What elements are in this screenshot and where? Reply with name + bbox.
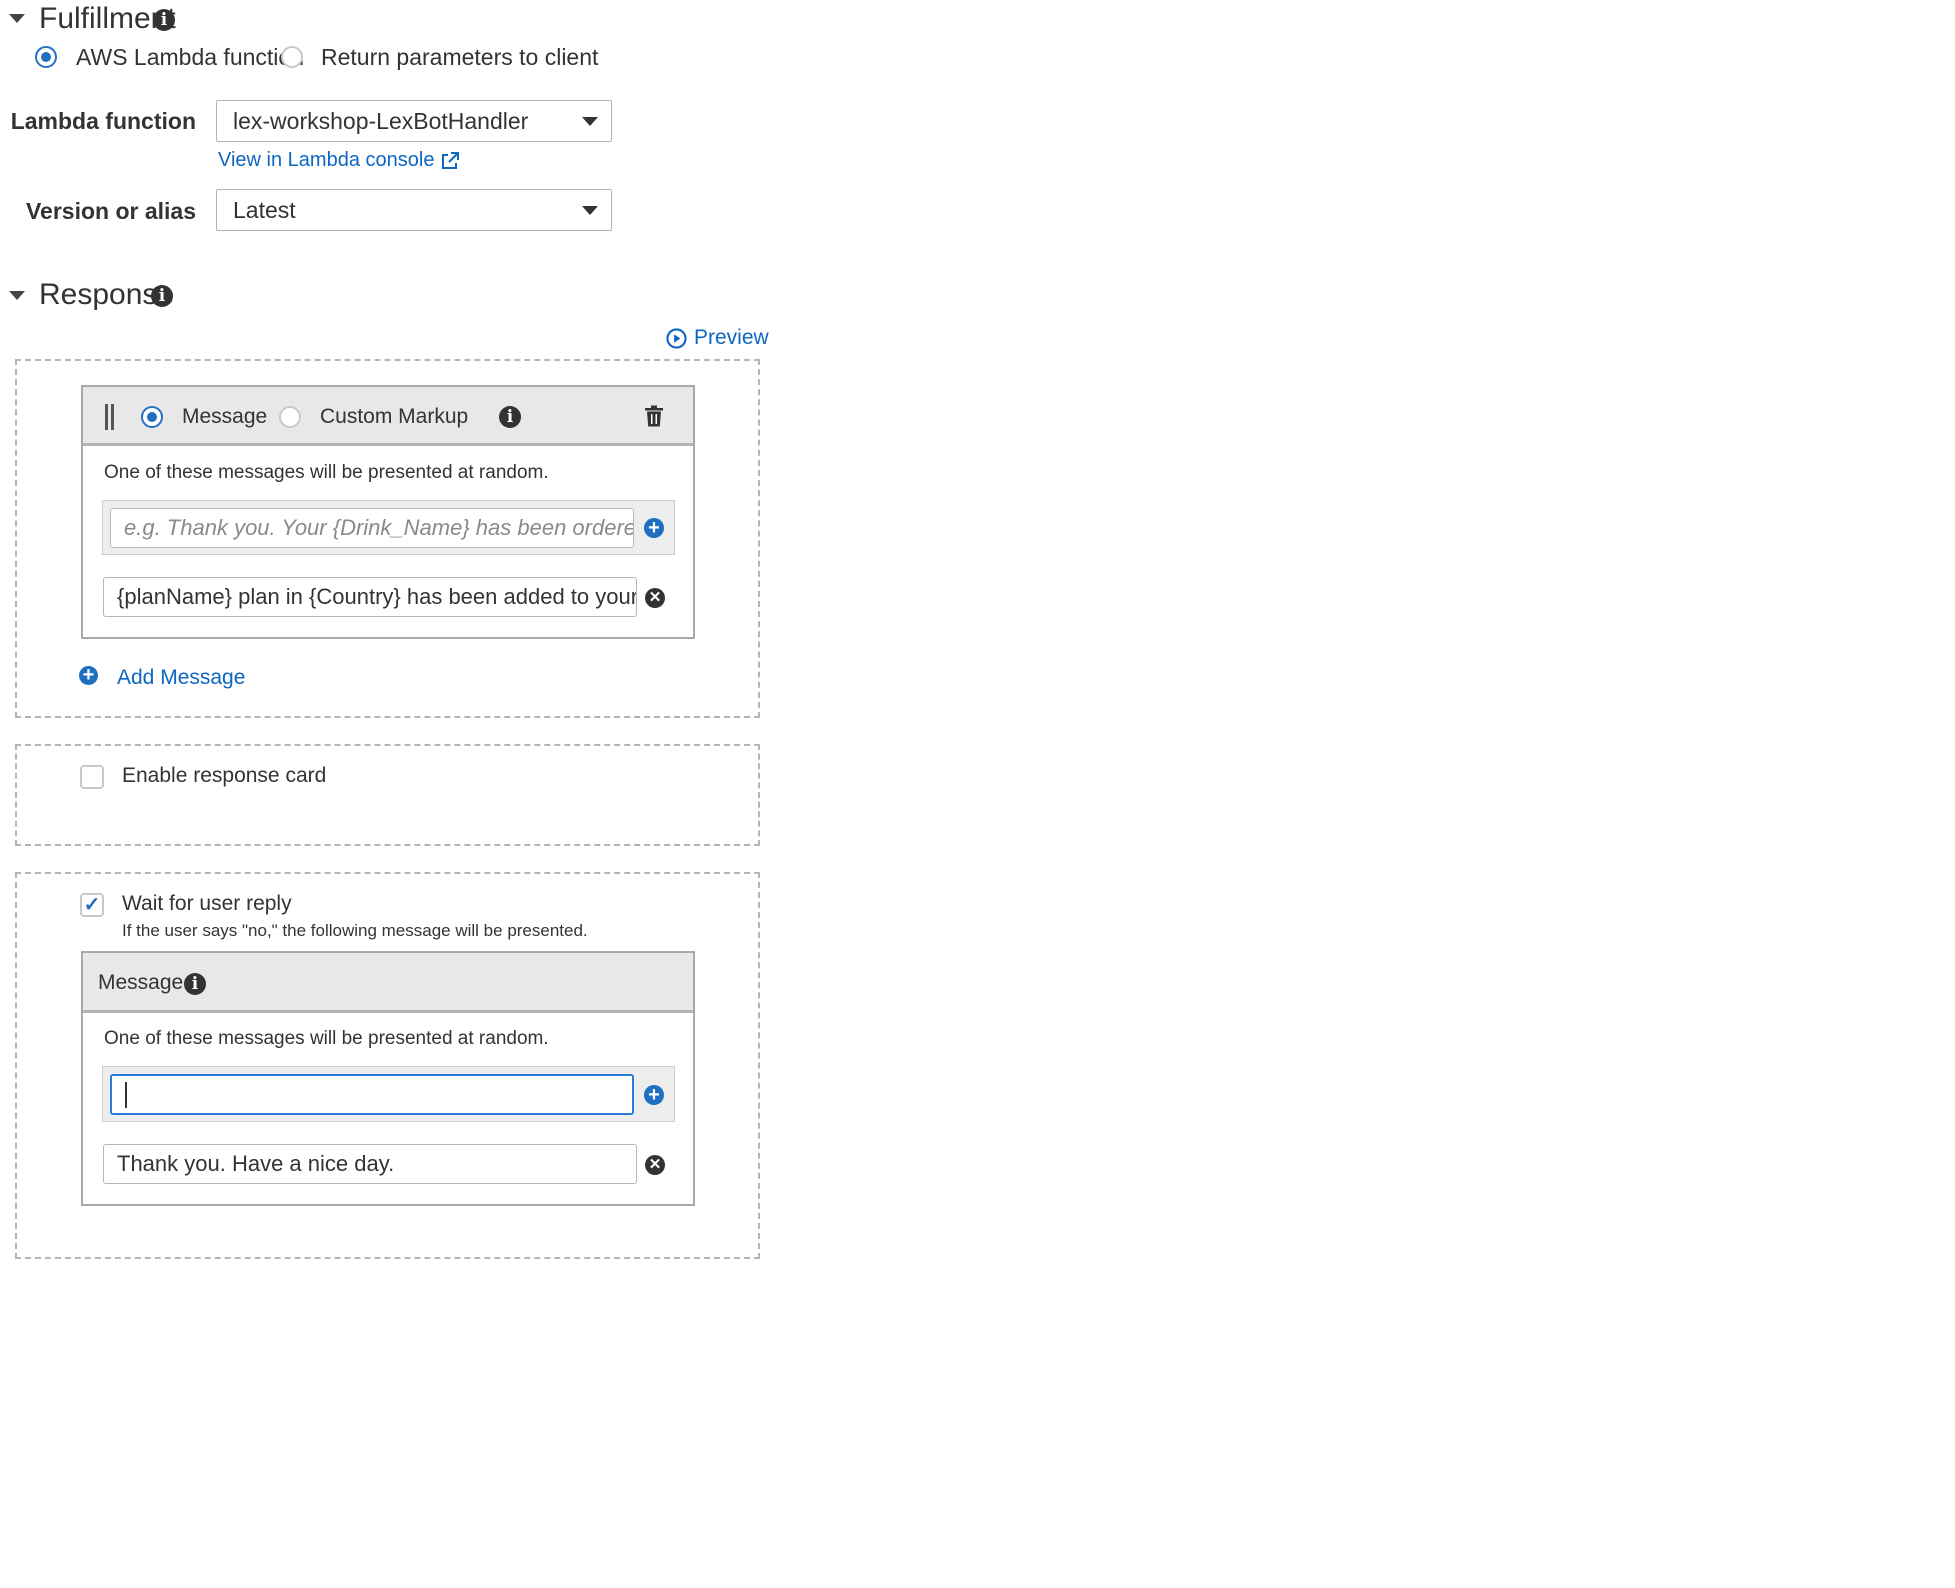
trash-icon[interactable] [644, 405, 664, 427]
text-cursor [125, 1081, 127, 1108]
lambda-function-select[interactable]: lex-workshop-LexBotHandler [216, 100, 612, 142]
new-message-well: e.g. Thank you. Your {Drink_Name} has be… [102, 500, 675, 555]
lambda-function-label: Lambda function [10, 108, 196, 134]
message-type-info-icon[interactable]: i [499, 406, 521, 428]
version-alias-value: Latest [233, 196, 296, 223]
radio-message-type[interactable] [141, 406, 163, 428]
enable-response-card-label: Enable response card [122, 764, 327, 787]
response-card-group [15, 744, 760, 846]
version-alias-label: Version or alias [25, 198, 196, 224]
response-collapse-icon[interactable] [9, 291, 25, 300]
wait-random-note: One of these messages will be presented … [104, 1028, 549, 1049]
message-input[interactable]: {planName} plan in {Country} has been ad… [103, 577, 637, 617]
wait-message-input[interactable]: Thank you. Have a nice day. [103, 1144, 637, 1184]
response-info-icon[interactable]: i [151, 285, 173, 307]
drag-handle-icon[interactable] [105, 404, 108, 430]
wait-new-message-well: + [102, 1066, 675, 1122]
wait-new-message-input[interactable] [110, 1074, 634, 1115]
fulfillment-info-icon[interactable]: i [153, 9, 175, 31]
add-message-button[interactable]: Add Message [117, 666, 245, 690]
view-lambda-console-label: View in Lambda console [218, 149, 435, 171]
version-alias-select[interactable]: Latest [216, 189, 612, 231]
custom-markup-label: Custom Markup [320, 405, 469, 428]
add-message-icon[interactable]: + [644, 518, 664, 538]
external-link-icon [442, 151, 460, 169]
check-icon: ✓ [83, 894, 101, 916]
fulfillment-collapse-icon[interactable] [9, 14, 25, 23]
wait-message-title: Message [98, 971, 184, 994]
new-message-input[interactable]: e.g. Thank you. Your {Drink_Name} has be… [110, 508, 634, 548]
wait-reply-checkbox[interactable]: ✓ [80, 893, 104, 917]
random-note: One of these messages will be presented … [104, 462, 549, 483]
radio-aws-lambda[interactable] [35, 46, 57, 68]
enable-response-card-checkbox[interactable] [80, 765, 104, 789]
wait-reply-label: Wait for user reply [122, 892, 292, 915]
chevron-down-icon [582, 206, 598, 215]
preview-label: Preview [694, 326, 769, 349]
option-aws-lambda-label: AWS Lambda function [76, 44, 304, 70]
chevron-down-icon [582, 117, 598, 126]
lambda-function-value: lex-workshop-LexBotHandler [233, 107, 529, 134]
remove-message-icon[interactable]: ✕ [645, 588, 665, 608]
wait-add-message-icon[interactable]: + [644, 1085, 664, 1105]
view-lambda-console-link[interactable]: View in Lambda console [218, 149, 460, 172]
preview-button[interactable]: Preview [666, 326, 769, 350]
add-message-plus-icon[interactable]: + [79, 665, 98, 685]
message-type-label: Message [182, 405, 268, 428]
wait-remove-message-icon[interactable]: ✕ [645, 1155, 665, 1175]
option-return-params-label: Return parameters to client [321, 44, 599, 70]
wait-reply-note: If the user says "no," the following mes… [122, 921, 588, 940]
message-card-header: Message Custom Markup i [83, 387, 693, 446]
message-card: Message Custom Markup i One of these mes… [81, 385, 695, 639]
wait-message-card: Message i One of these messages will be … [81, 951, 695, 1206]
radio-custom-markup[interactable] [279, 406, 301, 428]
wait-message-card-header: Message i [83, 953, 693, 1013]
radio-return-params[interactable] [281, 46, 303, 68]
drag-handle-icon[interactable] [111, 404, 114, 430]
wait-message-info-icon[interactable]: i [184, 973, 206, 995]
play-circle-icon [666, 327, 687, 349]
